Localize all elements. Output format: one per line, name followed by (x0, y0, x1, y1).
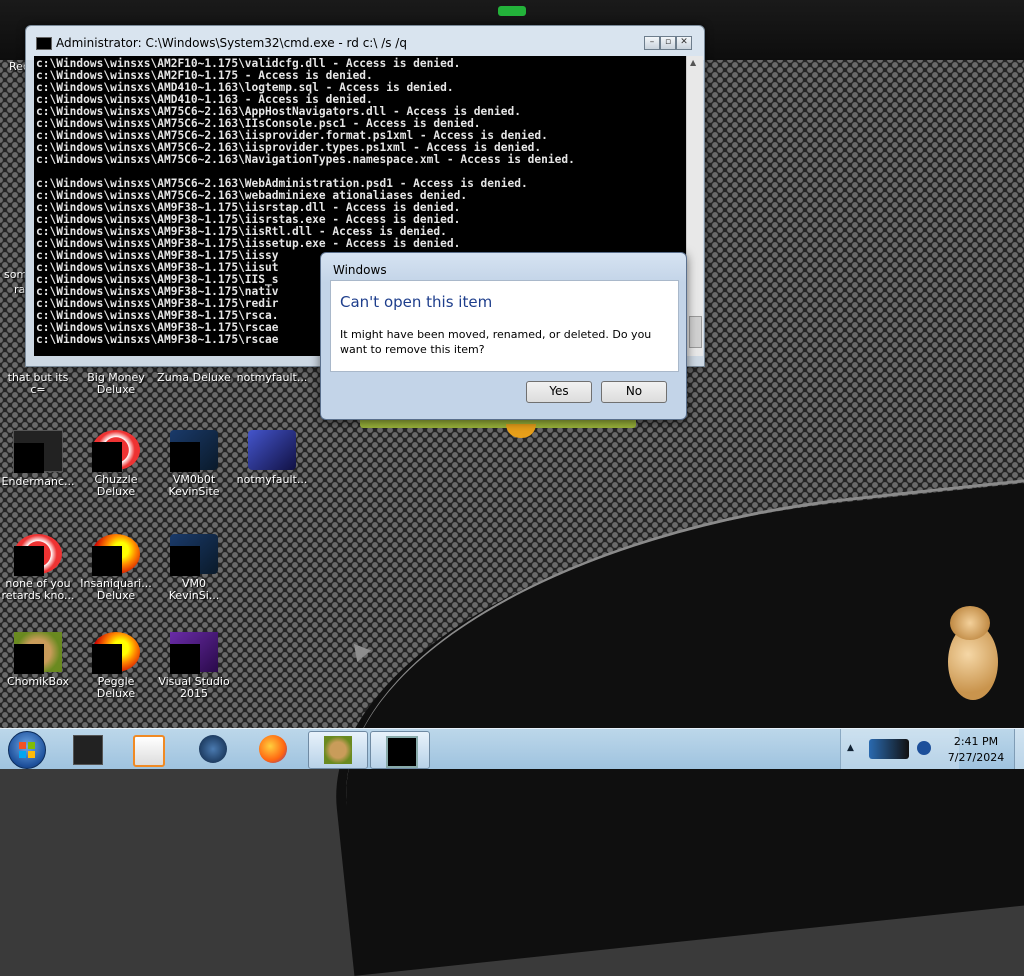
taskbar-item-cmd[interactable] (370, 731, 430, 769)
dialog-footer: Yes No (330, 371, 677, 409)
taskbar-item-firefox[interactable] (244, 731, 302, 767)
tray-expand-icon[interactable]: ▲ (847, 743, 854, 753)
notmyfault-icon (248, 430, 296, 470)
peggle-icon (92, 632, 140, 674)
desktop-icon-chuzzle[interactable]: Chuzzle Deluxe (78, 430, 154, 498)
redacted-block (170, 442, 200, 472)
desktop-icon-none-of-you[interactable]: none of you retards kno... (0, 534, 76, 602)
desktop-icon-notmyfault-1[interactable]: notmyfault... (234, 372, 310, 384)
redacted-block (14, 644, 44, 674)
taskbar: ▲ 2:41 PM 7/27/2024 (0, 728, 1024, 769)
cmd-icon (386, 736, 418, 768)
desktop-icon-peggle[interactable]: Peggle Deluxe (78, 632, 154, 700)
app-icon (13, 430, 63, 473)
no-button[interactable]: No (601, 381, 667, 403)
cmd-icon (36, 37, 52, 50)
desktop-icon-label: notmyfault... (236, 473, 308, 486)
firefox-icon (259, 735, 287, 763)
top-green-blip (498, 6, 526, 16)
vm-icon (170, 430, 218, 472)
console-scrollbar[interactable]: ▲ (686, 56, 703, 356)
hamster-gadget[interactable] (940, 604, 1002, 704)
desktop-icon-vm0-kevinsite[interactable]: VM0 KevinSi... (156, 534, 232, 602)
cant-open-dialog[interactable]: Windows Can't open this item It might ha… (320, 252, 687, 420)
insaniquarium-icon (92, 534, 140, 576)
dialog-body: Can't open this item It might have been … (330, 280, 679, 372)
globe-icon (199, 735, 227, 763)
desktop-icon-label: Visual Studio 2015 (158, 675, 230, 700)
clock[interactable]: 2:41 PM 7/27/2024 (938, 734, 1014, 766)
cmd-title: Administrator: C:\Windows\System32\cmd.e… (56, 36, 407, 50)
dialog-message: It might have been moved, renamed, or de… (340, 328, 652, 356)
redacted-block (14, 443, 44, 473)
desktop-icon-label: ChomikBox (7, 675, 69, 688)
vm-icon (170, 534, 218, 576)
show-desktop-button[interactable] (1014, 729, 1024, 769)
cmd-titlebar[interactable]: Administrator: C:\Windows\System32\cmd.e… (26, 26, 704, 56)
chuzzle-icon (92, 430, 140, 472)
desktop-icon-label: notmyfault... (236, 371, 308, 384)
desktop-icon-endermanch[interactable]: Endermanc... (0, 430, 76, 488)
scroll-thumb[interactable] (689, 316, 702, 348)
tray-app-icon[interactable] (869, 739, 909, 759)
redacted-block (92, 644, 122, 674)
desktop-icon-label: Chuzzle Deluxe (94, 473, 138, 498)
clock-time: 2:41 PM (953, 735, 999, 748)
desktop-icon-insaniquarium[interactable]: Insaniquari... Deluxe (78, 534, 154, 602)
dialog-heading: Can't open this item (340, 293, 493, 311)
media-player-icon (133, 735, 165, 767)
desktop-icon-label: that but its c= (7, 371, 69, 396)
taskbar-item-chomikbox[interactable] (308, 731, 368, 769)
desktop-icon-label: none of you retards kno... (1, 577, 75, 602)
desktop-icon-label: Endermanc... (1, 475, 75, 488)
partial-label-ra: ra (14, 283, 26, 296)
taskbar-item-globe[interactable] (184, 731, 242, 767)
desktop-icon-that-but-its[interactable]: that but its c= (0, 372, 76, 396)
redacted-block (92, 546, 122, 576)
console-line: c:\Windows\winsxs\AM9F38~1.175\rscae (36, 333, 279, 346)
yes-button[interactable]: Yes (526, 381, 592, 403)
desktop-icon-label: VM0 KevinSi... (168, 577, 220, 602)
hamster-head (950, 606, 990, 640)
start-button[interactable] (8, 731, 46, 769)
app-icon (14, 534, 62, 576)
desktop-icon-zuma[interactable]: Zuma Deluxe (156, 372, 232, 384)
partial-label-som: som (4, 268, 28, 281)
windows-logo-icon (19, 742, 35, 758)
taskbar-item-computer[interactable] (58, 731, 116, 767)
desktop-icon-label: Zuma Deluxe (157, 371, 231, 384)
computer-icon (73, 735, 103, 765)
chomikbox-icon (14, 632, 62, 674)
desktop-icon-vm0b0t[interactable]: VM0b0t KevinSite (156, 430, 232, 498)
redacted-block (170, 546, 200, 576)
taskbar-item-media[interactable] (118, 731, 176, 767)
desktop-icon-notmyfault-2[interactable]: notmyfault... (234, 430, 310, 486)
redacted-block (14, 546, 44, 576)
scroll-up-icon[interactable]: ▲ (690, 58, 696, 67)
minimize-button[interactable]: – (644, 36, 660, 50)
desktop-icon-chomikbox[interactable]: ChomikBox (0, 632, 76, 688)
console-line: c:\Windows\winsxs\AM75C6~2.163\Navigatio… (36, 153, 575, 166)
redacted-block (170, 644, 200, 674)
desktop-icon-big-money[interactable]: Big Money Deluxe (78, 372, 154, 396)
desktop-icon-visual-studio[interactable]: Visual Studio 2015 (156, 632, 232, 700)
visual-studio-icon (170, 632, 218, 674)
network-icon[interactable] (917, 741, 931, 755)
desktop-icon-label: Peggle Deluxe (96, 675, 136, 700)
maximize-button[interactable]: ▫ (660, 36, 676, 50)
chomikbox-icon (324, 736, 352, 764)
close-button[interactable]: ✕ (676, 36, 692, 50)
desktop-icon-label: Insaniquari... Deluxe (80, 577, 152, 602)
redacted-block (92, 442, 122, 472)
clock-date: 7/27/2024 (947, 751, 1005, 764)
dialog-title: Windows (333, 263, 387, 277)
desktop-icon-label: VM0b0t KevinSite (168, 473, 220, 498)
desktop-icon-label: Big Money Deluxe (87, 371, 145, 396)
